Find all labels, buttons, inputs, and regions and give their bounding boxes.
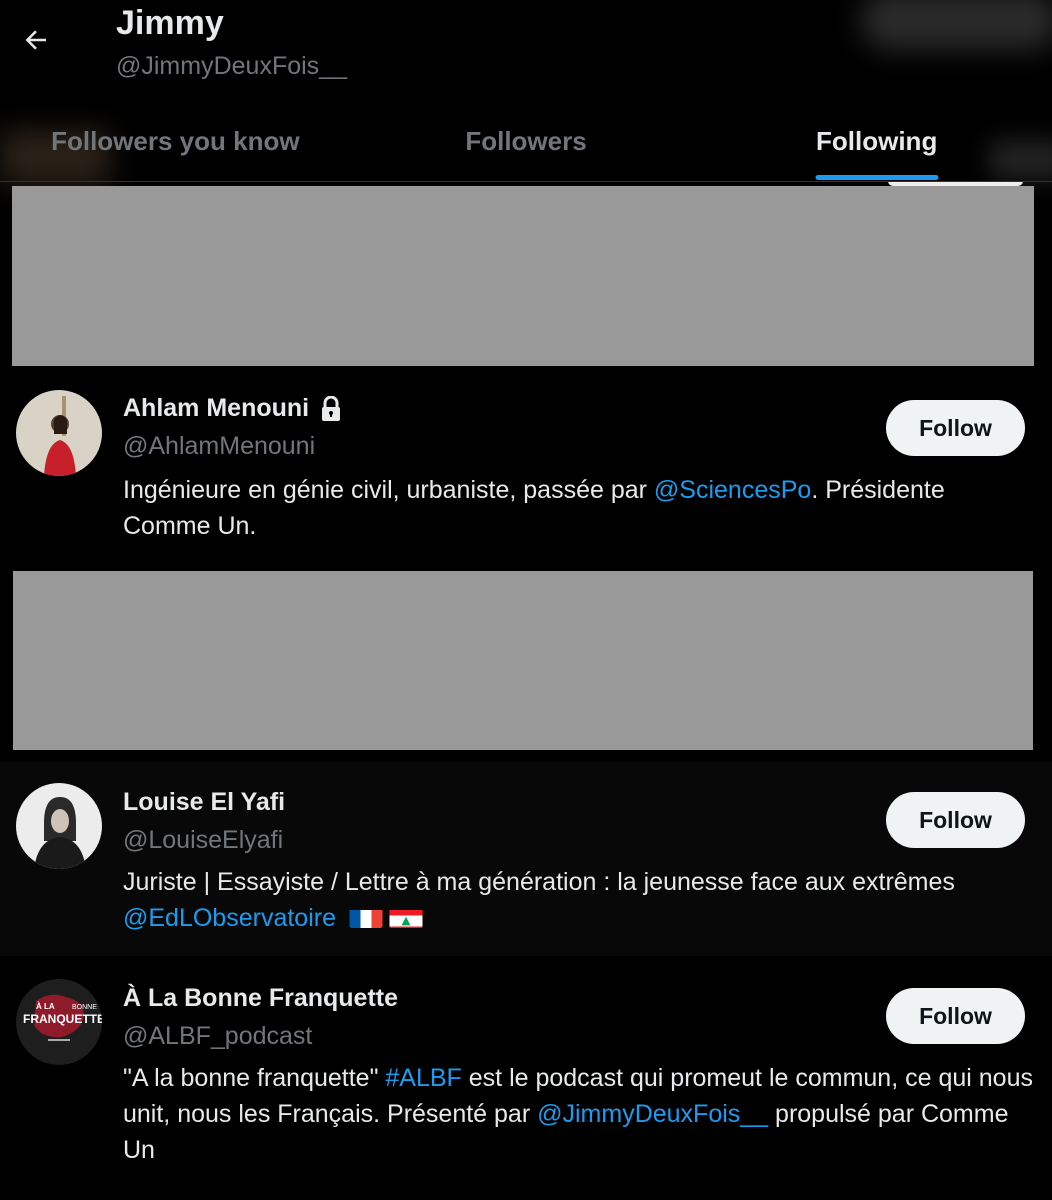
avatar[interactable]: [16, 390, 102, 476]
tab-followers-you-know[interactable]: Followers you know: [0, 100, 351, 182]
hashtag-link[interactable]: #ALBF: [385, 1064, 461, 1092]
list-item[interactable]: À LA BONNE FRANQUETTE À La Bonne Franque…: [0, 958, 1052, 1200]
user-name[interactable]: Louise El Yafi: [123, 788, 285, 817]
avatar[interactable]: [16, 783, 102, 869]
list-item[interactable]: Ahlam Menouni @AhlamMenouni Follow Ingén…: [0, 366, 1052, 570]
user-handle[interactable]: @ALBF_podcast: [123, 1022, 312, 1051]
user-bio: Juriste | Essayiste / Lettre à ma généra…: [123, 864, 1033, 936]
mention-link[interactable]: @EdLObservatoire: [123, 904, 336, 932]
lebanon-flag-icon: [389, 906, 423, 929]
tab-followers[interactable]: Followers: [351, 100, 702, 182]
france-flag-icon: [349, 906, 383, 929]
mention-link[interactable]: @JimmyDeuxFois__: [537, 1100, 768, 1128]
tab-label: Following: [816, 125, 938, 156]
back-button[interactable]: [16, 20, 56, 60]
logo-text: BONNE: [72, 1004, 97, 1011]
blurred-background: [860, 0, 1052, 50]
user-name[interactable]: À La Bonne Franquette: [123, 984, 398, 1013]
tab-bar: Followers you know Followers Following: [0, 100, 1052, 182]
redacted-area: [12, 186, 1034, 366]
follow-button[interactable]: Follow: [886, 400, 1025, 456]
page-title: Jimmy: [116, 4, 224, 42]
user-bio: "A la bonne franquette" #ALBF est le pod…: [123, 1060, 1033, 1168]
arrow-left-icon: [25, 30, 46, 50]
redacted-area: [13, 571, 1033, 750]
bio-text: "A la bonne franquette": [123, 1064, 386, 1092]
follow-button[interactable]: Follow: [886, 792, 1025, 848]
tab-label: Followers: [465, 125, 587, 156]
list-item[interactable]: Louise El Yafi @LouiseElyafi Follow Juri…: [0, 762, 1052, 956]
bio-text: Ingénieure en génie civil, urbaniste, pa…: [123, 476, 654, 504]
tab-label: Followers you know: [51, 125, 300, 156]
follow-button[interactable]: Follow: [886, 988, 1025, 1044]
tab-following[interactable]: Following: [701, 100, 1052, 182]
bio-text: Juriste | Essayiste / Lettre à ma généra…: [123, 868, 955, 896]
user-name[interactable]: Ahlam Menouni: [123, 394, 309, 423]
user-handle[interactable]: @AhlamMenouni: [123, 432, 315, 461]
lock-icon: [322, 395, 341, 421]
logo-text: À LA: [36, 1002, 55, 1011]
mention-link[interactable]: @SciencesPo: [654, 476, 811, 504]
avatar[interactable]: À LA BONNE FRANQUETTE: [16, 979, 102, 1065]
logo-text: FRANQUETTE: [23, 1012, 102, 1026]
active-tab-indicator: [815, 175, 939, 180]
page-subtitle-handle: @JimmyDeuxFois__: [116, 52, 347, 80]
user-handle[interactable]: @LouiseElyafi: [123, 826, 283, 855]
profile-header: Jimmy @JimmyDeuxFois__ Followers you kno…: [0, 0, 1052, 185]
user-bio: Ingénieure en génie civil, urbaniste, pa…: [123, 472, 1033, 544]
